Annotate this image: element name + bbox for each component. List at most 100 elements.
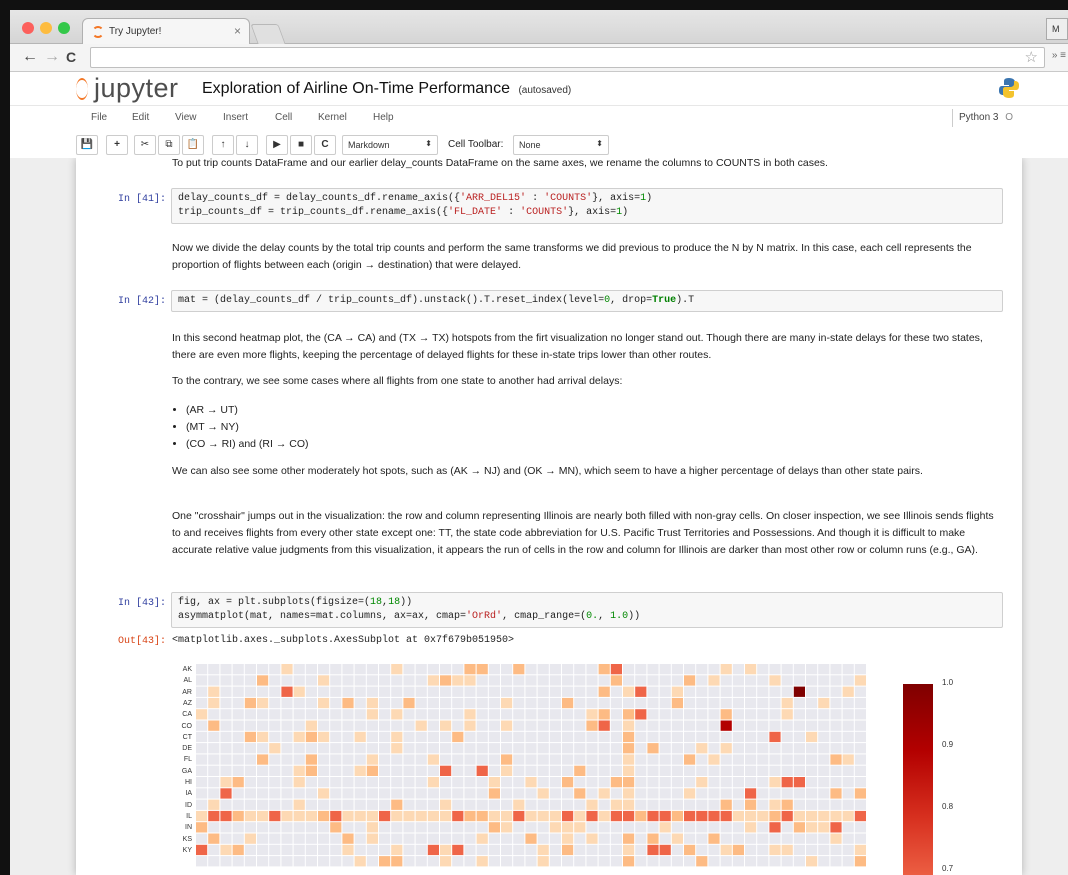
heatmap-cell bbox=[488, 833, 500, 844]
heatmap-cell bbox=[415, 822, 427, 833]
markdown-cell[interactable]: Now we divide the delay counts by the to… bbox=[172, 240, 1004, 274]
move-up-icon[interactable]: ↑ bbox=[212, 135, 234, 155]
heatmap-cell bbox=[232, 777, 244, 788]
menu-file[interactable]: File bbox=[91, 112, 107, 123]
back-icon[interactable]: ← bbox=[22, 48, 38, 66]
heatmap-cell bbox=[549, 822, 561, 833]
stop-icon[interactable]: ■ bbox=[290, 135, 312, 155]
heatmap-cell bbox=[366, 844, 378, 856]
maximize-window-icon[interactable] bbox=[58, 22, 70, 34]
heatmap-cell bbox=[366, 833, 378, 844]
heatmap-cell bbox=[647, 777, 659, 788]
heatmap-cell bbox=[391, 777, 403, 788]
heatmap-cell bbox=[464, 664, 476, 675]
heatmap-cell bbox=[574, 686, 586, 697]
heatmap-cell bbox=[257, 788, 269, 799]
menu-insert[interactable]: Insert bbox=[223, 112, 248, 123]
heatmap-cell bbox=[257, 720, 269, 731]
markdown-cell[interactable]: To the contrary, we see some cases where… bbox=[172, 373, 1004, 390]
cell-type-select[interactable]: Markdown ⬍ bbox=[342, 135, 438, 155]
menu-kernel[interactable]: Kernel bbox=[318, 112, 347, 123]
heatmap-cell bbox=[745, 799, 757, 810]
heatmap-cell bbox=[684, 788, 696, 799]
heatmap-cell bbox=[586, 788, 598, 799]
input-prompt: In [41]: bbox=[117, 194, 166, 205]
heatmap-cell bbox=[501, 844, 513, 856]
heatmap-cell bbox=[598, 844, 610, 856]
run-icon[interactable]: ▶ bbox=[266, 135, 288, 155]
heatmap-cell bbox=[476, 720, 488, 731]
heatmap-cell bbox=[732, 822, 744, 833]
heatmap-cell bbox=[598, 731, 610, 743]
extensions-menu-icon[interactable]: » ≡ bbox=[1052, 50, 1066, 61]
restart-icon[interactable]: C bbox=[314, 135, 336, 155]
menu-edit[interactable]: Edit bbox=[132, 112, 149, 123]
list-item: (MT → NY) bbox=[186, 419, 1004, 436]
heatmap-cell bbox=[745, 720, 757, 731]
heatmap-cell bbox=[342, 743, 354, 754]
heatmap-cell bbox=[232, 686, 244, 697]
heatmap-cell bbox=[696, 788, 708, 799]
heatmap-cell bbox=[305, 856, 317, 867]
heatmap-cell bbox=[208, 686, 220, 697]
heatmap-cell bbox=[562, 754, 574, 765]
heatmap-cell bbox=[464, 675, 476, 686]
heatmap-cell bbox=[537, 822, 549, 833]
heatmap-cell bbox=[793, 777, 805, 788]
menu-view[interactable]: View bbox=[175, 112, 197, 123]
bookmark-star-icon[interactable]: ☆ bbox=[1025, 48, 1038, 66]
heatmap-cell bbox=[440, 720, 452, 731]
tab-close-icon[interactable]: × bbox=[234, 24, 241, 38]
heatmap-cell bbox=[659, 844, 671, 856]
heatmap-cell bbox=[244, 799, 256, 810]
heatmap-cell bbox=[208, 697, 220, 709]
heatmap-cell bbox=[793, 856, 805, 867]
menu-cell[interactable]: Cell bbox=[275, 112, 292, 123]
save-icon[interactable]: 💾 bbox=[76, 135, 98, 155]
bullet-list[interactable]: (AR → UT) (MT → NY) (CO → RI) and (RI → … bbox=[172, 402, 1004, 453]
cell-toolbar-select[interactable]: None ⬍ bbox=[513, 135, 609, 155]
browser-tab[interactable]: Try Jupyter! × bbox=[82, 18, 250, 45]
code-number: 18 bbox=[388, 597, 401, 608]
heatmap-cell bbox=[196, 788, 208, 799]
close-window-icon[interactable] bbox=[22, 22, 34, 34]
heatmap-cell bbox=[671, 697, 683, 709]
cut-icon[interactable]: ✂ bbox=[134, 135, 156, 155]
heatmap-cell bbox=[354, 686, 366, 697]
heatmap-cell bbox=[623, 799, 635, 810]
copy-icon[interactable]: ⧉ bbox=[158, 135, 180, 155]
heatmap-cell bbox=[208, 833, 220, 844]
heatmap-cell bbox=[293, 697, 305, 709]
markdown-cell[interactable]: One "crosshair" jumps out in the visuali… bbox=[172, 508, 1004, 559]
notebook-title[interactable]: Exploration of Airline On-Time Performan… bbox=[202, 80, 510, 97]
heatmap-cell bbox=[586, 686, 598, 697]
move-down-icon[interactable]: ↓ bbox=[236, 135, 258, 155]
code-cell-43[interactable]: fig, ax = plt.subplots(figsize=(18,18)) … bbox=[171, 592, 1003, 628]
profile-button[interactable]: M bbox=[1046, 18, 1068, 40]
address-bar[interactable]: ☆ bbox=[90, 47, 1045, 68]
markdown-cell[interactable]: To put trip counts DataFrame and our ear… bbox=[172, 158, 1004, 172]
heatmap-cell bbox=[208, 822, 220, 833]
notebook-title-area[interactable]: Exploration of Airline On-Time Performan… bbox=[202, 80, 571, 98]
heatmap-cell bbox=[549, 720, 561, 731]
code-text: : bbox=[502, 207, 521, 218]
markdown-cell[interactable]: We can also see some other moderately ho… bbox=[172, 463, 1004, 480]
heatmap-cell bbox=[464, 777, 476, 788]
insert-cell-icon[interactable]: + bbox=[106, 135, 128, 155]
paste-icon[interactable]: 📋 bbox=[182, 135, 204, 155]
new-tab-button[interactable] bbox=[250, 24, 286, 44]
heatmap-cell bbox=[586, 675, 598, 686]
heatmap-cell bbox=[269, 844, 281, 856]
heatmap-cell bbox=[830, 765, 842, 776]
heatmap-cell bbox=[464, 754, 476, 765]
reload-icon[interactable]: C bbox=[66, 49, 76, 65]
code-cell-41[interactable]: delay_counts_df = delay_counts_df.rename… bbox=[171, 188, 1003, 224]
code-cell-42[interactable]: mat = (delay_counts_df / trip_counts_df)… bbox=[171, 290, 1003, 312]
notebook-toolbar: 💾 + ✂ ⧉ 📋 ↑ ↓ ▶ ■ C Markdown ⬍ Cell Tool… bbox=[10, 130, 1068, 158]
heatmap-cell bbox=[732, 731, 744, 743]
menu-help[interactable]: Help bbox=[373, 112, 394, 123]
minimize-window-icon[interactable] bbox=[40, 22, 52, 34]
markdown-cell[interactable]: In this second heatmap plot, the (CA → C… bbox=[172, 330, 1004, 364]
notebook-area[interactable]: To put trip counts DataFrame and our ear… bbox=[10, 158, 1068, 875]
forward-icon[interactable]: → bbox=[44, 48, 60, 66]
